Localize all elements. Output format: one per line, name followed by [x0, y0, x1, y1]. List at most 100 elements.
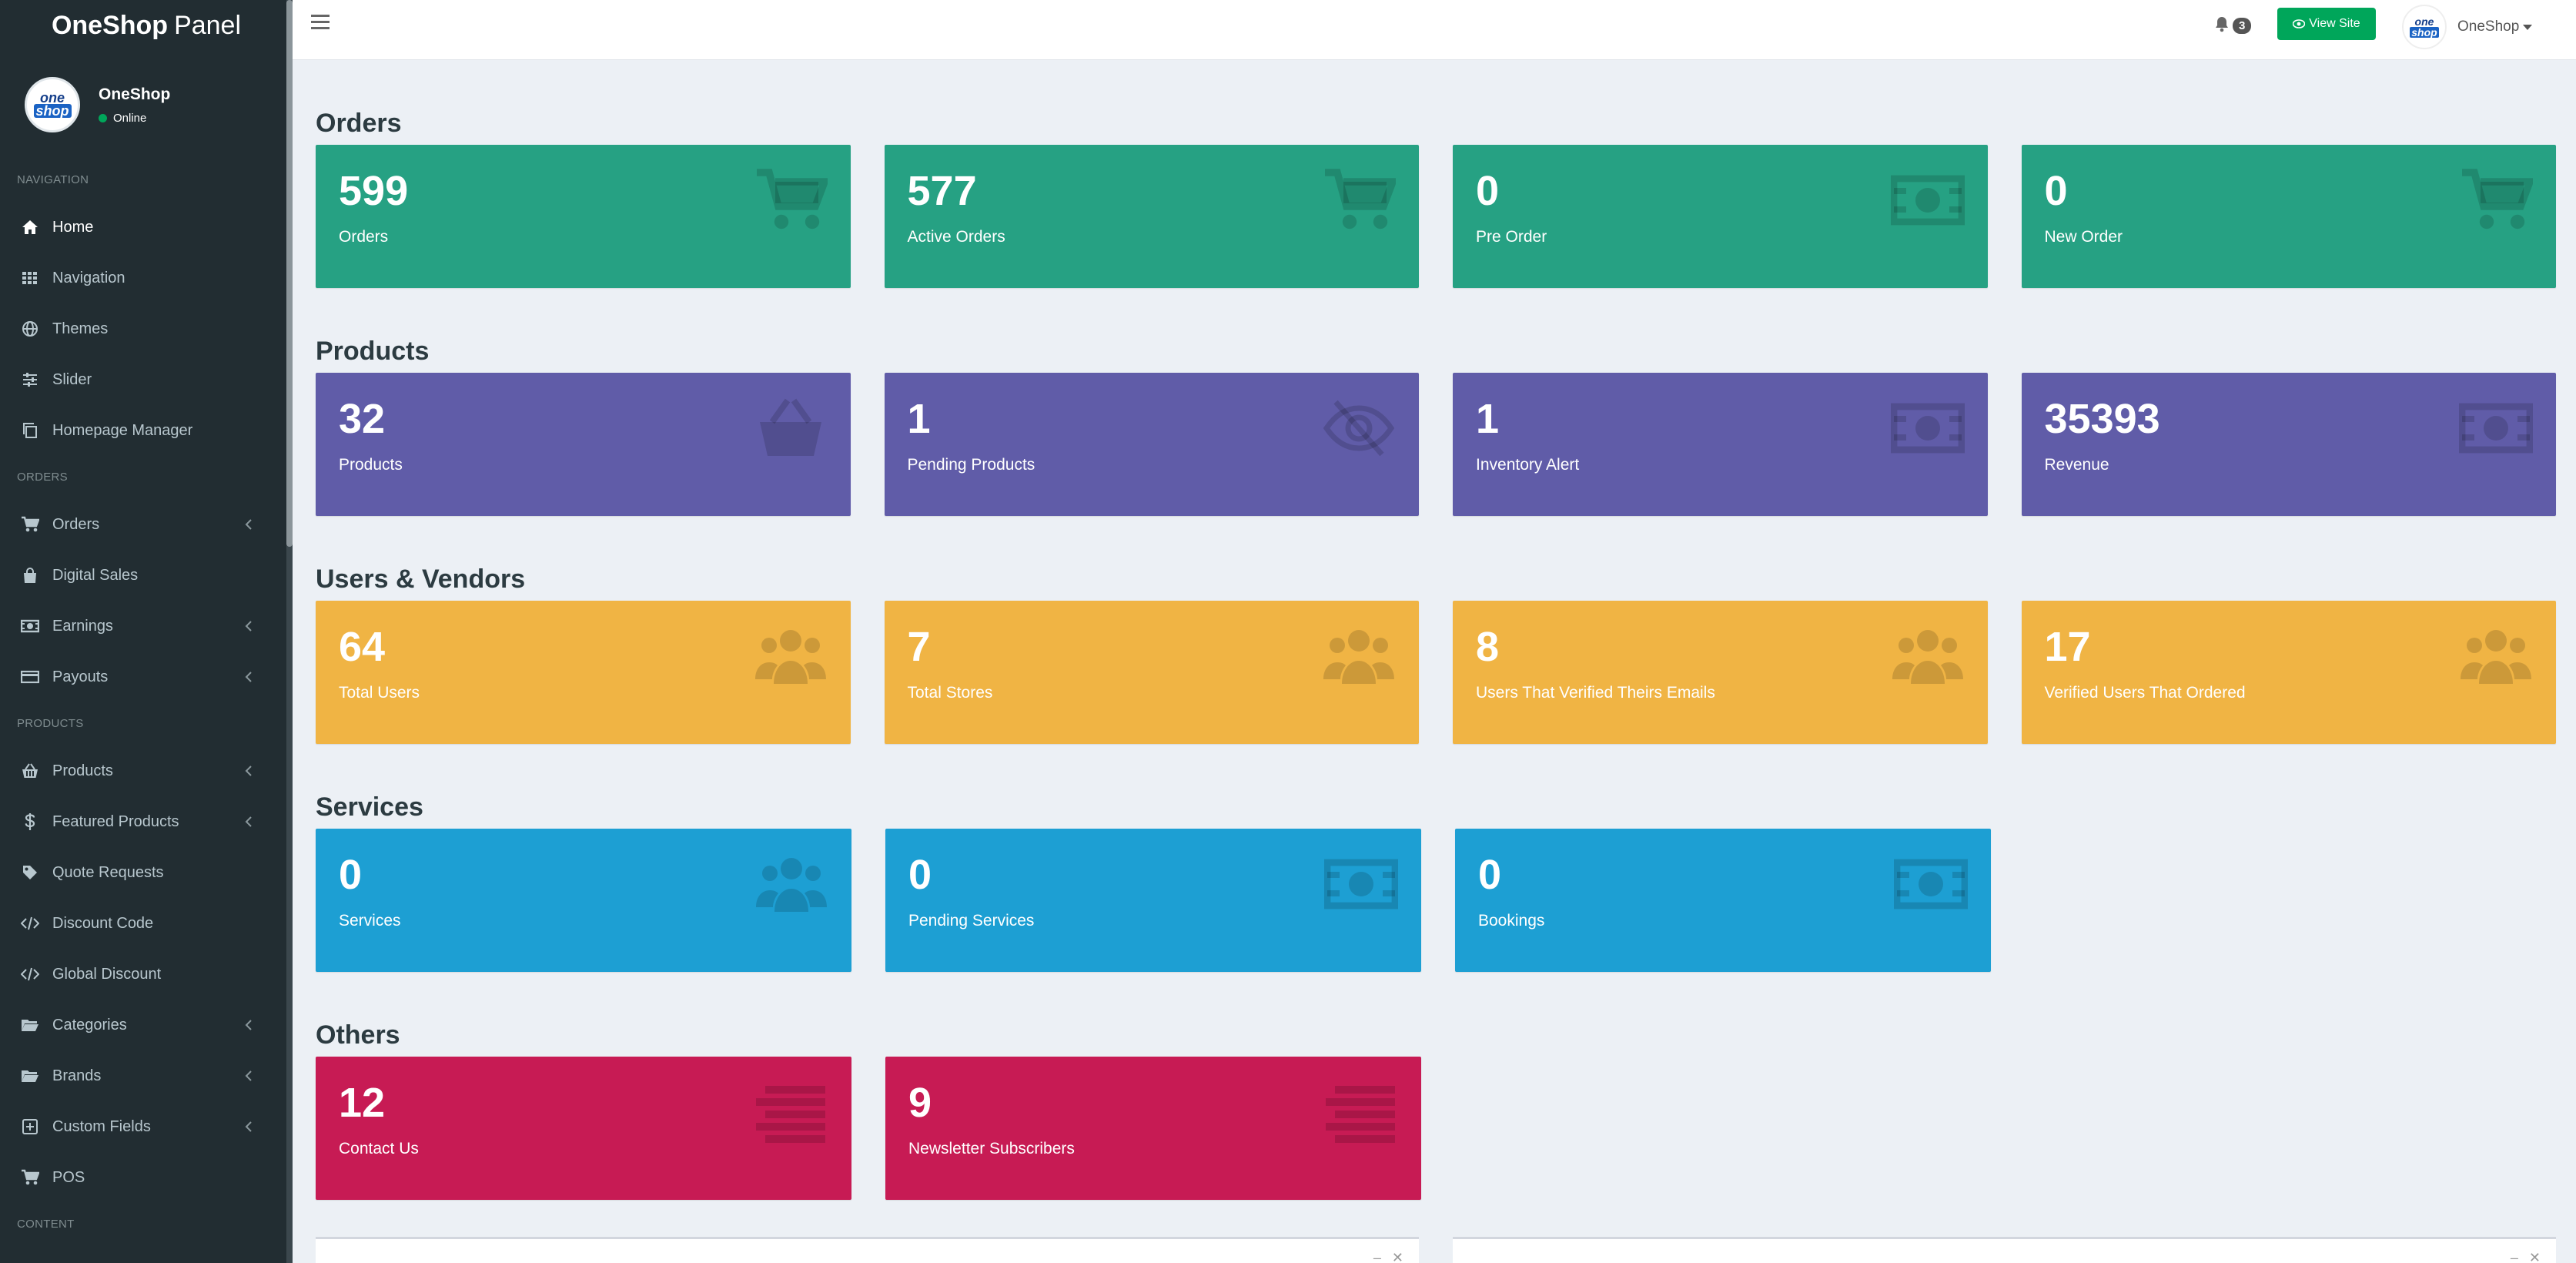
sidebar-item-payouts[interactable]: Payouts — [0, 652, 293, 702]
avatar-logo-top: one — [39, 90, 65, 106]
notifications-button[interactable]: 3 — [2214, 15, 2252, 36]
sidebar-item-brands[interactable]: Brands — [0, 1050, 293, 1101]
section-title: Users & Vendors — [316, 564, 526, 594]
sidebar-item-home[interactable]: Home — [0, 202, 293, 253]
section-products: Products 32 Products 1 Pending Products 1 Inve… — [316, 330, 2556, 516]
stat-card-revenue[interactable]: 35393 Revenue — [2021, 373, 2556, 516]
chevron-left-icon — [240, 516, 257, 533]
nav-header: CONTENT — [17, 1218, 75, 1231]
list-icon — [754, 1075, 828, 1149]
sidebar-item-custom-fields[interactable]: Custom Fields — [0, 1101, 293, 1152]
sidebar-item-label: Brands — [52, 1067, 102, 1084]
stat-card-products[interactable]: 32 Products — [316, 373, 851, 516]
brand-name: OneShop — [51, 10, 169, 40]
user-menu[interactable]: one shop OneShop — [2402, 5, 2533, 49]
users-icon — [754, 619, 828, 693]
brand-logo[interactable]: OneShop Panel — [0, 0, 293, 51]
stat-card-contact-us[interactable]: 12 Contact Us — [316, 1057, 851, 1200]
stat-card-inventory-alert[interactable]: 1 Inventory Alert — [1453, 373, 1988, 516]
stat-card-newsletter-subscribers[interactable]: 9 Newsletter Subscribers — [885, 1057, 1421, 1200]
sidebar-item-navigation[interactable]: Navigation — [0, 253, 293, 303]
sidebar-item-global-discount[interactable]: Global Discount — [0, 949, 293, 1000]
minimize-icon[interactable]: – — [1373, 1250, 1381, 1263]
chevron-left-icon — [240, 1017, 257, 1034]
stat-card-pending-services[interactable]: 0 Pending Services — [885, 829, 1421, 972]
sidebar-scrollbar-thumb[interactable] — [286, 0, 293, 547]
sidebar-item-featured-products[interactable]: Featured Products — [0, 796, 293, 847]
stat-card-bookings[interactable]: 0 Bookings — [1455, 829, 1991, 972]
stat-card-verified-users-that-ordered[interactable]: 17 Verified Users That Ordered — [2021, 601, 2556, 744]
section-title: Products — [316, 337, 430, 366]
sidebar-item-label: Navigation — [52, 269, 125, 286]
avatar: one shop — [25, 77, 80, 132]
card-row: 599 Orders 577 Active Orders 0 Pre Order 0 New … — [316, 145, 2556, 288]
money-icon — [1890, 163, 1965, 237]
chevron-left-icon — [240, 618, 257, 635]
sidebar-item-orders[interactable]: Orders — [0, 499, 293, 550]
code-icon — [20, 964, 40, 984]
sidebar-item-homepage-manager[interactable]: Homepage Manager — [0, 405, 293, 456]
online-dot-icon — [99, 113, 107, 122]
sidebar-item-digital-sales[interactable]: Digital Sales — [0, 550, 293, 601]
money-icon — [1890, 391, 1965, 465]
chevron-left-icon — [240, 668, 257, 685]
users-icon — [1891, 619, 1965, 693]
sidebar-item-label: Categories — [52, 1016, 127, 1034]
list-icon — [1324, 1075, 1398, 1149]
menu-toggle-icon[interactable] — [309, 12, 333, 32]
home-icon — [20, 217, 40, 237]
sidebar-item-label: Custom Fields — [52, 1117, 151, 1135]
sidebar-item-pos[interactable]: POS — [0, 1152, 293, 1203]
stat-card-users-that-verified-theirs-emails[interactable]: 8 Users That Verified Theirs Emails — [1453, 601, 1988, 744]
view-site-button[interactable]: View Site — [2277, 8, 2376, 40]
close-icon[interactable]: ✕ — [1392, 1250, 1403, 1263]
sidebar-item-label: Earnings — [52, 617, 113, 635]
section-title: Others — [316, 1020, 400, 1050]
eye-slash-icon — [1322, 391, 1396, 465]
sidebar-scrollbar[interactable] — [286, 0, 293, 1263]
brand-suffix: Panel — [174, 10, 242, 40]
stat-card-total-users[interactable]: 64 Total Users — [316, 601, 851, 744]
tag-icon — [20, 863, 40, 883]
section-title: Services — [316, 792, 423, 822]
basket-icon — [20, 761, 40, 781]
card-row: 12 Contact Us 9 Newsletter Subscribers — [316, 1057, 2556, 1200]
users-icon — [754, 847, 828, 921]
cart-icon — [2459, 163, 2535, 237]
sidebar-item-slider[interactable]: Slider — [0, 354, 293, 405]
stat-card-pending-products[interactable]: 1 Pending Products — [884, 373, 1419, 516]
chevron-left-icon — [240, 1118, 257, 1135]
sidebar-item-discount-code[interactable]: Discount Code — [0, 898, 293, 949]
folder-icon — [20, 1066, 40, 1086]
money-icon — [2458, 391, 2534, 465]
users-icon — [1322, 619, 1396, 693]
minimize-icon[interactable]: – — [2511, 1250, 2518, 1263]
user-name: OneShop — [99, 85, 171, 103]
close-icon[interactable]: ✕ — [2529, 1250, 2541, 1263]
caret-down-icon — [2523, 24, 2533, 30]
sidebar-item-label: Quote Requests — [52, 863, 164, 881]
sidebar-item-label: Orders — [52, 515, 100, 533]
stat-card-pre-order[interactable]: 0 Pre Order — [1453, 145, 1988, 288]
sidebar-item-label: Home — [52, 218, 94, 236]
cart-icon — [20, 514, 40, 534]
stat-card-services[interactable]: 0 Services — [316, 829, 851, 972]
stat-card-new-order[interactable]: 0 New Order — [2021, 145, 2556, 288]
sidebar-item-earnings[interactable]: Earnings — [0, 601, 293, 652]
card-row: 64 Total Users 7 Total Stores 8 Users That Ve… — [316, 601, 2556, 744]
stat-card-total-stores[interactable]: 7 Total Stores — [884, 601, 1419, 744]
sidebar-item-categories[interactable]: Categories — [0, 1000, 293, 1050]
nav-header: ORDERS — [17, 471, 68, 484]
sidebar-item-quote-requests[interactable]: Quote Requests — [0, 847, 293, 898]
section-users-vendors: Users & Vendors 64 Total Users 7 Total Store… — [316, 558, 2556, 744]
stat-card-orders[interactable]: 599 Orders — [316, 145, 851, 288]
top-bar: 3 View Site one shop OneShop — [293, 0, 2576, 60]
sidebar-item-label: Slider — [52, 370, 92, 388]
sidebar-item-products[interactable]: Products — [0, 745, 293, 796]
cart-icon — [754, 163, 830, 237]
sidebar-item-themes[interactable]: Themes — [0, 303, 293, 354]
card-row: 0 Services 0 Pending Services 0 Bookings — [316, 829, 2556, 972]
stat-card-active-orders[interactable]: 577 Active Orders — [884, 145, 1419, 288]
top-user-name: OneShop — [2457, 18, 2520, 35]
card-icon — [20, 667, 40, 687]
